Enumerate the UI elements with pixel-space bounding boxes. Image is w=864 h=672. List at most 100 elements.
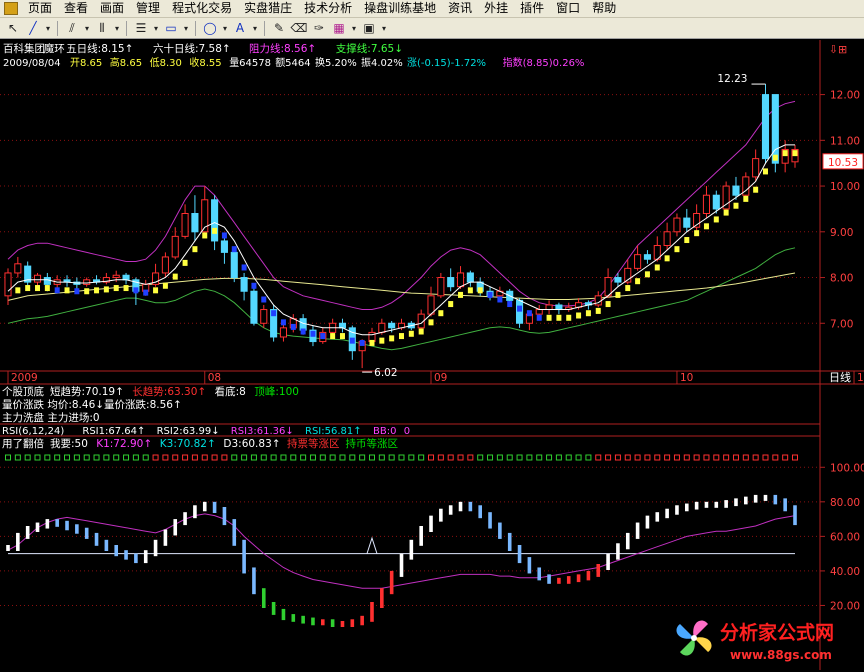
trend-marker [74, 288, 80, 295]
app-logo-icon[interactable] [4, 2, 18, 15]
trend-marker [408, 330, 414, 337]
k3-bar [301, 615, 305, 624]
k3-bar [370, 602, 374, 622]
trend-marker [103, 286, 109, 293]
menu-item-11[interactable]: 窗口 [550, 0, 586, 17]
toolbar-dropdown-4[interactable]: ▾ [83, 20, 91, 37]
menu-item-9[interactable]: 外挂 [478, 0, 514, 17]
chart-area[interactable]: 12.00 11.00 10.00 9.00 8.00 7.00 100.00 80.00 60… [0, 40, 864, 670]
trend-marker [458, 291, 464, 298]
indicator1-l1d: 看底:8 [215, 385, 246, 398]
info-date: 2009/08/04 [3, 58, 61, 69]
candle-body [456, 272, 465, 288]
trend-marker [753, 186, 759, 193]
pen-icon[interactable]: ✑ [310, 20, 328, 37]
menu-item-1[interactable]: 查看 [58, 0, 94, 17]
rectangle-icon[interactable]: ▭ [162, 20, 180, 37]
trend-marker [772, 154, 778, 161]
time-label-0: 2009 [11, 372, 38, 384]
trend-marker [507, 301, 513, 308]
price-tick-label-4: 8.00 [830, 273, 853, 285]
candle-body [761, 94, 770, 160]
trend-marker [576, 312, 582, 319]
trend-marker [143, 289, 149, 296]
menu-item-2[interactable]: 画面 [94, 0, 130, 17]
candle-body [14, 263, 22, 274]
parallel-line-icon[interactable]: ⫽ [63, 20, 81, 37]
line-icon[interactable]: ╱ [24, 20, 42, 37]
toolbar-dropdown-14[interactable]: ▾ [251, 20, 259, 37]
info-volume: 量64578 [229, 57, 271, 69]
candle-body [43, 277, 51, 285]
k3-bar [271, 602, 276, 615]
indicator-tick-label-4: 20.00 [830, 600, 860, 612]
eraser-icon[interactable]: ⌫ [290, 20, 308, 37]
k3-bar [586, 570, 591, 581]
trend-marker [290, 323, 296, 330]
k3-bar [242, 539, 246, 574]
brush-icon[interactable]: ✎ [270, 20, 288, 37]
fibonacci-icon[interactable]: ☰ [132, 20, 150, 37]
save-icon[interactable]: ▣ [360, 20, 378, 37]
rsi-label-4: RSI:56.81↑ [305, 426, 362, 437]
indicator1-l1c: 长趋势:63.30↑ [132, 385, 206, 398]
toolbar-dropdown-6[interactable]: ▾ [113, 20, 121, 37]
trend-marker [644, 271, 650, 278]
k3-bar [645, 515, 650, 529]
trend-marker [635, 278, 641, 285]
trend-marker [310, 330, 316, 337]
candle-body [663, 231, 671, 247]
menu-item-0[interactable]: 页面 [22, 0, 58, 17]
trend-marker [654, 264, 660, 271]
indicator1-l1a: 个股顶底 [2, 385, 44, 398]
grid-icon[interactable]: ▦ [330, 20, 348, 37]
candle-body [683, 217, 691, 228]
k3-bar [566, 576, 571, 584]
kd-label-4: D3:60.83↑ [223, 438, 280, 450]
k3-bar [389, 570, 394, 595]
trend-marker [713, 216, 719, 223]
ellipse-icon[interactable]: ◯ [201, 20, 219, 37]
candle-body [752, 158, 760, 178]
menu-item-4[interactable]: 程式化交易 [166, 0, 238, 17]
menu-item-12[interactable]: 帮助 [586, 0, 622, 17]
trend-marker [339, 333, 345, 340]
candle-body [279, 327, 287, 338]
candle-body [171, 235, 179, 258]
k3-bar [419, 526, 423, 546]
menu-item-3[interactable]: 管理 [130, 0, 166, 17]
cursor-icon[interactable]: ↖ [4, 20, 22, 37]
menu-item-8[interactable]: 资讯 [442, 0, 478, 17]
toolbar-dropdown-21[interactable]: ▾ [380, 20, 388, 37]
trend-marker [94, 287, 100, 294]
trend-marker [123, 285, 129, 292]
trend-marker [536, 314, 542, 321]
text-icon[interactable]: A [231, 20, 249, 37]
candle-body [211, 199, 219, 242]
trend-marker [556, 314, 562, 321]
rsi-label-6: 0 [404, 426, 410, 437]
menu-item-6[interactable]: 技术分析 [298, 0, 358, 17]
trend-marker [605, 301, 611, 308]
toolbar-dropdown-19[interactable]: ▾ [350, 20, 358, 37]
trend-marker [379, 337, 385, 344]
kd-label-6: 持币等涨区 [346, 437, 399, 450]
chart-background [0, 40, 864, 670]
menu-item-5[interactable]: 实盘猎庄 [238, 0, 298, 17]
menu-item-10[interactable]: 插件 [514, 0, 550, 17]
menu-item-7[interactable]: 操盘训练基地 [358, 0, 442, 17]
toolbar-dropdown-8[interactable]: ▾ [152, 20, 160, 37]
indicator-tick-label-0: 100.00 [830, 462, 864, 474]
k3-bar [458, 501, 463, 512]
toolbar-dropdown-2[interactable]: ▾ [44, 20, 52, 37]
trend-marker [261, 296, 267, 303]
vertical-lines-icon[interactable]: ⦀ [93, 20, 111, 37]
k3-bar [547, 574, 551, 584]
candle-body [437, 277, 445, 297]
toolbar-dropdown-12[interactable]: ▾ [221, 20, 229, 37]
info-low: 低8.30 [150, 56, 182, 69]
pinwheel-logo-icon [676, 620, 712, 656]
trend-marker [487, 291, 493, 298]
toolbar-dropdown-10[interactable]: ▾ [182, 20, 190, 37]
rsi-label-3: RSI3:61.36↓ [231, 426, 294, 437]
